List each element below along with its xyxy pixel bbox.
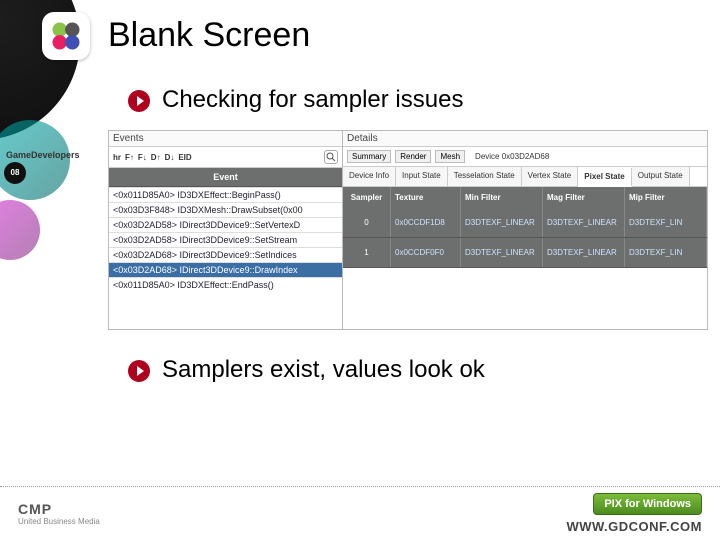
event-row[interactable]: <0x011D85A0> ID3DXEffect::BeginPass()	[109, 187, 342, 202]
events-column-header: Event	[109, 168, 342, 187]
side-decoration	[0, 0, 90, 540]
col-header: Mag Filter	[543, 187, 625, 208]
details-pane-title: Details	[343, 131, 707, 147]
tab-render[interactable]: Render	[395, 150, 431, 163]
bullet-text: Samplers exist, values look ok	[162, 356, 485, 384]
tab-input-state[interactable]: Input State	[396, 167, 448, 186]
conference-logo-icon	[42, 12, 90, 60]
event-row[interactable]: <0x03D2AD68> IDirect3DDevice9::SetIndice…	[109, 247, 342, 262]
bullet-chevron-icon	[128, 90, 150, 112]
event-row[interactable]: <0x03D3F848> ID3DXMesh::DrawSubset(0x00	[109, 202, 342, 217]
conference-name-text: GameDevelopers	[6, 150, 80, 160]
bullet-item: Checking for sampler issues	[128, 86, 463, 114]
events-list: <0x011D85A0> ID3DXEffect::BeginPass() <0…	[109, 187, 342, 329]
cmp-logo: CMP United Business Media	[18, 501, 100, 526]
bullet-text: Checking for sampler issues	[162, 86, 463, 114]
conference-year-badge: 08	[4, 162, 100, 184]
col-header: Sampler	[343, 187, 391, 208]
details-top-tabs: Summary Render Mesh Device 0x03D2AD68	[343, 147, 707, 167]
events-pane: Events hr F↑ F↓ D↑ D↓ EID Event <0x011D8…	[109, 131, 343, 329]
sampler-row[interactable]: 0 0x0CCDF1D8 D3DTEXF_LINEAR D3DTEXF_LINE…	[343, 208, 707, 238]
event-row[interactable]: <0x03D2AD58> IDirect3DDevice9::SetVertex…	[109, 217, 342, 232]
toolbar-button[interactable]: EID	[178, 153, 191, 162]
search-icon[interactable]	[324, 150, 338, 164]
bullet-chevron-icon	[128, 360, 150, 382]
col-header: Min Filter	[461, 187, 543, 208]
toolbar-button[interactable]: D↓	[165, 153, 175, 162]
gdconf-url-text: WWW.GDCONF.COM	[566, 519, 702, 534]
sampler-table-header: Sampler Texture Min Filter Mag Filter Mi…	[343, 187, 707, 208]
events-pane-title: Events	[109, 131, 342, 147]
sampler-table: Sampler Texture Min Filter Mag Filter Mi…	[343, 187, 707, 329]
details-state-tabs: Device Info Input State Tesselation Stat…	[343, 167, 707, 187]
toolbar-button[interactable]: F↓	[138, 153, 147, 162]
tab-pixel-state[interactable]: Pixel State	[578, 168, 631, 187]
bullet-item: Samplers exist, values look ok	[128, 356, 485, 384]
col-header: Texture	[391, 187, 461, 208]
tab-output-state[interactable]: Output State	[632, 167, 690, 186]
tab-vertex-state[interactable]: Vertex State	[522, 167, 579, 186]
event-row[interactable]: <0x03D2AD58> IDirect3DDevice9::SetStream	[109, 232, 342, 247]
sampler-row[interactable]: 1 0x0CCDF0F0 D3DTEXF_LINEAR D3DTEXF_LINE…	[343, 238, 707, 268]
events-toolbar: hr F↑ F↓ D↑ D↓ EID	[109, 147, 342, 168]
tab-mesh[interactable]: Mesh	[435, 150, 465, 163]
col-header: Mip Filter	[625, 187, 707, 208]
event-row[interactable]: <0x03D2AD68> IDirect3DDevice9::DrawIndex	[109, 262, 342, 277]
details-pane: Details Summary Render Mesh Device 0x03D…	[343, 131, 707, 329]
pix-badge: PIX for Windows	[593, 493, 702, 515]
toolbar-button[interactable]: F↑	[125, 153, 134, 162]
pix-screenshot: Events hr F↑ F↓ D↑ D↓ EID Event <0x011D8…	[108, 130, 708, 330]
slide-title: Blank Screen	[108, 16, 310, 55]
tab-tesselation-state[interactable]: Tesselation State	[448, 167, 522, 186]
tab-device-info[interactable]: Device Info	[343, 167, 396, 186]
toolbar-button[interactable]: D↑	[151, 153, 161, 162]
slide-footer: CMP United Business Media PIX for Window…	[0, 486, 720, 540]
toolbar-button[interactable]: hr	[113, 153, 121, 162]
event-row[interactable]: <0x011D85A0> ID3DXEffect::EndPass()	[109, 277, 342, 292]
tab-summary[interactable]: Summary	[347, 150, 391, 163]
device-label: Device 0x03D2AD68	[475, 152, 549, 161]
